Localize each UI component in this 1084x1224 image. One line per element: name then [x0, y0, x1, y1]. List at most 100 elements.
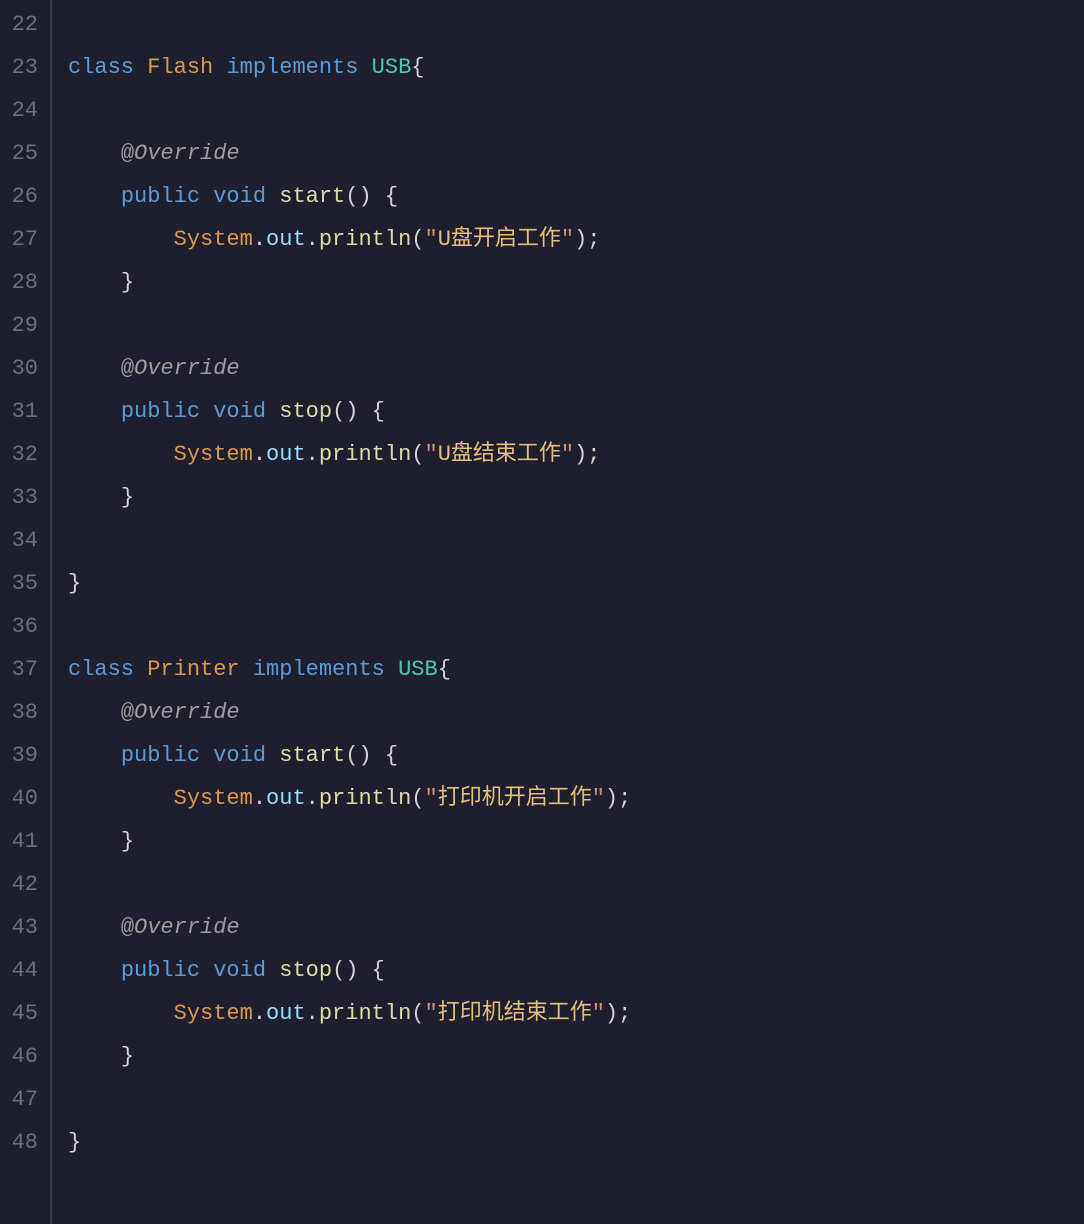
- code-line[interactable]: }: [68, 262, 1084, 305]
- code-line[interactable]: class Flash implements USB{: [68, 47, 1084, 90]
- token: [134, 649, 147, 692]
- code-area[interactable]: class Flash implements USB{ @Override pu…: [52, 0, 1084, 1224]
- line-number: 27: [8, 219, 38, 262]
- token: ": [424, 778, 437, 821]
- token: [240, 649, 253, 692]
- code-line[interactable]: System.out.println("打印机结束工作");: [68, 993, 1084, 1036]
- token: void: [213, 735, 266, 778]
- code-editor[interactable]: 2223242526272829303132333435363738394041…: [0, 0, 1084, 1224]
- line-number: 29: [8, 305, 38, 348]
- token: }: [121, 821, 134, 864]
- token: @: [121, 692, 134, 735]
- token: [200, 950, 213, 993]
- line-number: 48: [8, 1122, 38, 1165]
- token: U盘开启工作: [438, 219, 561, 262]
- code-line[interactable]: @Override: [68, 348, 1084, 391]
- code-line[interactable]: }: [68, 1036, 1084, 1079]
- token: [200, 735, 213, 778]
- code-line[interactable]: }: [68, 821, 1084, 864]
- code-line[interactable]: System.out.println("打印机开启工作");: [68, 778, 1084, 821]
- token: Override: [134, 692, 240, 735]
- token: ": [592, 778, 605, 821]
- token: (: [411, 993, 424, 1036]
- token: }: [121, 262, 134, 305]
- token: ": [424, 219, 437, 262]
- token: 打印机结束工作: [438, 993, 592, 1036]
- code-line[interactable]: }: [68, 477, 1084, 520]
- token: [358, 950, 371, 993]
- code-line[interactable]: }: [68, 563, 1084, 606]
- token: public: [121, 950, 200, 993]
- line-number: 42: [8, 864, 38, 907]
- token: }: [68, 563, 81, 606]
- line-number-gutter: 2223242526272829303132333435363738394041…: [0, 0, 52, 1224]
- token: public: [121, 176, 200, 219]
- code-line[interactable]: System.out.println("U盘开启工作");: [68, 219, 1084, 262]
- token: (): [345, 735, 371, 778]
- code-line[interactable]: }: [68, 1122, 1084, 1165]
- code-line[interactable]: [68, 4, 1084, 47]
- code-line[interactable]: class Printer implements USB{: [68, 649, 1084, 692]
- token: .: [306, 434, 319, 477]
- token: USB: [398, 649, 438, 692]
- code-line[interactable]: @Override: [68, 133, 1084, 176]
- token: (: [411, 778, 424, 821]
- line-number: 22: [8, 4, 38, 47]
- token: {: [372, 950, 385, 993]
- token: U盘结束工作: [438, 434, 561, 477]
- token: {: [385, 176, 398, 219]
- code-line[interactable]: public void stop() {: [68, 950, 1084, 993]
- token: public: [121, 391, 200, 434]
- token: .: [253, 993, 266, 1036]
- token: (): [332, 950, 358, 993]
- code-line[interactable]: public void start() {: [68, 176, 1084, 219]
- line-number: 38: [8, 692, 38, 735]
- line-number: 28: [8, 262, 38, 305]
- token: Override: [134, 907, 240, 950]
- line-number: 36: [8, 606, 38, 649]
- token: ": [424, 434, 437, 477]
- token: (): [332, 391, 358, 434]
- code-line[interactable]: public void stop() {: [68, 391, 1084, 434]
- line-number: 24: [8, 90, 38, 133]
- token: .: [306, 219, 319, 262]
- code-line[interactable]: [68, 305, 1084, 348]
- code-line[interactable]: System.out.println("U盘结束工作");: [68, 434, 1084, 477]
- token: Printer: [147, 649, 239, 692]
- line-number: 45: [8, 993, 38, 1036]
- token: ": [561, 434, 574, 477]
- token: void: [213, 176, 266, 219]
- token: public: [121, 735, 200, 778]
- code-line[interactable]: [68, 606, 1084, 649]
- code-line[interactable]: @Override: [68, 692, 1084, 735]
- code-line[interactable]: @Override: [68, 907, 1084, 950]
- token: @: [121, 348, 134, 391]
- token: }: [68, 1122, 81, 1165]
- token: 打印机开启工作: [438, 778, 592, 821]
- token: ;: [618, 778, 631, 821]
- token: ): [574, 219, 587, 262]
- token: println: [319, 434, 411, 477]
- token: ): [605, 778, 618, 821]
- code-line[interactable]: [68, 1079, 1084, 1122]
- code-line[interactable]: [68, 520, 1084, 563]
- line-number: 39: [8, 735, 38, 778]
- token: {: [438, 649, 451, 692]
- token: [213, 47, 226, 90]
- code-line[interactable]: [68, 90, 1084, 133]
- token: System: [174, 434, 253, 477]
- token: out: [266, 993, 306, 1036]
- token: implements: [226, 47, 358, 90]
- token: .: [253, 778, 266, 821]
- token: [134, 47, 147, 90]
- token: [200, 391, 213, 434]
- token: System: [174, 219, 253, 262]
- token: println: [319, 219, 411, 262]
- token: .: [253, 219, 266, 262]
- line-number: 37: [8, 649, 38, 692]
- code-line[interactable]: [68, 864, 1084, 907]
- line-number: 30: [8, 348, 38, 391]
- token: ;: [587, 219, 600, 262]
- code-line[interactable]: public void start() {: [68, 735, 1084, 778]
- token: implements: [253, 649, 385, 692]
